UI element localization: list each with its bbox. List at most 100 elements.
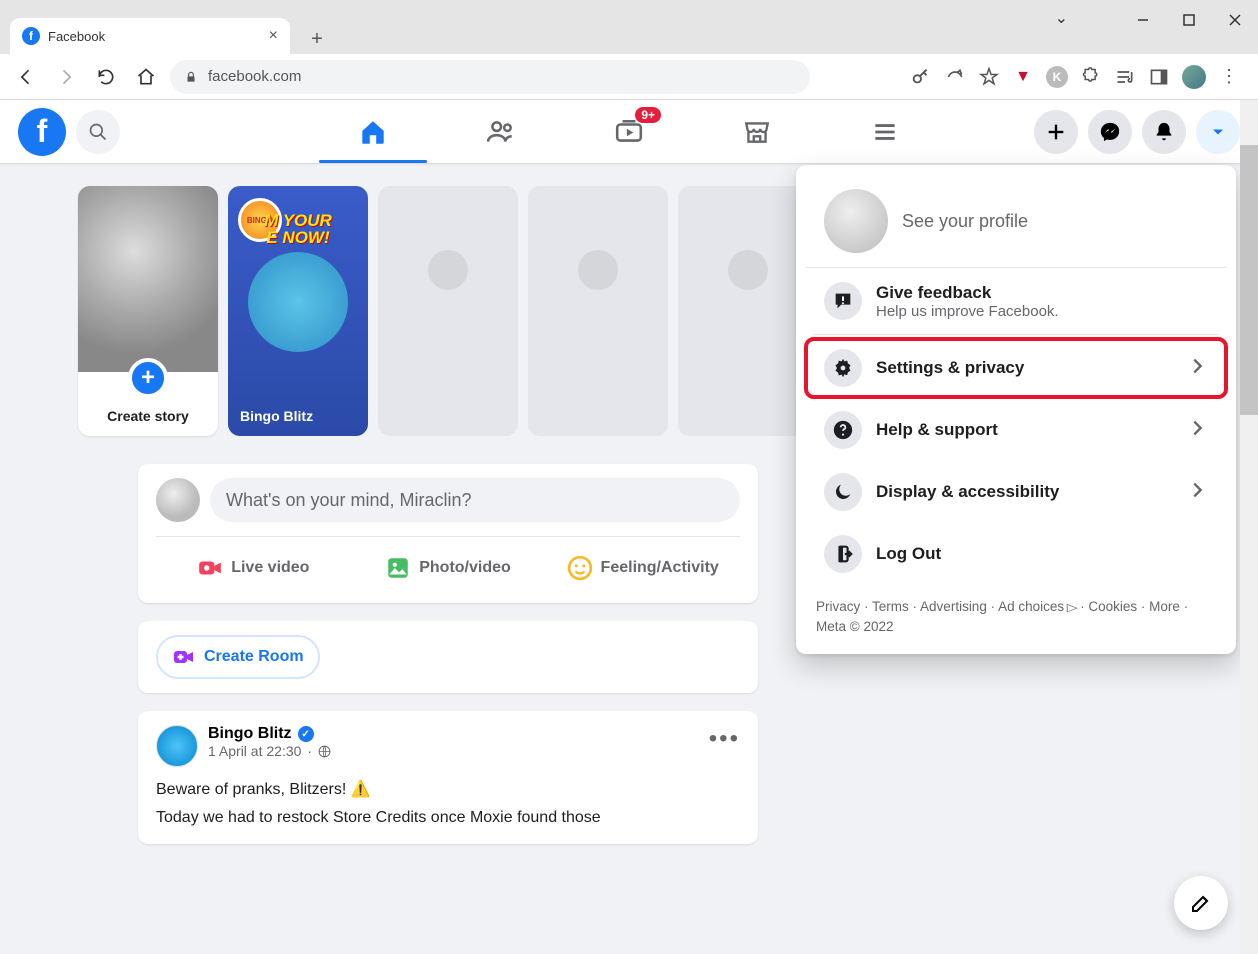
share-icon[interactable] — [944, 66, 966, 88]
composer-feeling-label: Feeling/Activity — [601, 559, 719, 577]
messenger-icon — [1099, 121, 1121, 143]
footer-privacy[interactable]: Privacy — [816, 599, 860, 614]
menu-give-feedback[interactable]: Give feedback Help us improve Facebook. — [806, 272, 1226, 330]
page-scrollbar[interactable] — [1240, 100, 1258, 954]
fb-header-right — [1034, 110, 1240, 154]
home-button[interactable] — [130, 61, 162, 93]
new-message-fab[interactable] — [1174, 876, 1228, 930]
bookmark-star-icon[interactable] — [978, 66, 1000, 88]
address-bar[interactable]: facebook.com — [170, 60, 810, 94]
post-author-name[interactable]: Bingo Blitz ✓ — [208, 725, 331, 743]
window-close-button[interactable] — [1212, 0, 1258, 40]
home-icon — [358, 117, 388, 147]
window-maximize-button[interactable] — [1166, 0, 1212, 40]
fb-search-button[interactable] — [76, 110, 120, 154]
chrome-profile-avatar[interactable] — [1182, 65, 1206, 89]
moon-icon — [824, 473, 862, 511]
post-author-avatar[interactable] — [156, 725, 198, 767]
composer-live-video[interactable]: Live video — [156, 547, 351, 589]
friends-icon — [486, 117, 516, 147]
footer-adchoices[interactable]: Ad choices — [998, 599, 1064, 614]
url-text: facebook.com — [208, 68, 301, 85]
nav-home[interactable] — [313, 101, 433, 163]
marketplace-icon — [742, 117, 772, 147]
chrome-menu-icon[interactable]: ⋮ — [1218, 66, 1240, 88]
composer-photo-video[interactable]: Photo/video — [351, 547, 546, 589]
window-titlebar — [0, 0, 1258, 14]
messenger-button[interactable] — [1088, 110, 1132, 154]
notifications-button[interactable] — [1142, 110, 1186, 154]
account-dropdown-button[interactable] — [1196, 110, 1240, 154]
adchoices-icon: ▷ — [1067, 600, 1078, 617]
post-more-button[interactable]: ••• — [709, 725, 740, 753]
browser-tab-facebook[interactable]: f Facebook × — [10, 18, 290, 54]
edit-icon — [1189, 891, 1213, 915]
nav-menu[interactable] — [825, 101, 945, 163]
side-panel-icon[interactable] — [1148, 66, 1170, 88]
extensions-puzzle-icon[interactable] — [1080, 66, 1102, 88]
back-button[interactable] — [10, 61, 42, 93]
menu-logout[interactable]: Log Out — [806, 525, 1226, 583]
window-minimize-button[interactable] — [1120, 0, 1166, 40]
story-create[interactable]: + Create story — [78, 186, 218, 436]
chevron-right-icon — [1186, 417, 1208, 444]
feeling-icon — [567, 555, 593, 581]
feed-post: Bingo Blitz ✓ 1 April at 22:30 · ••• Bew… — [138, 711, 758, 844]
fb-topnav: 9+ — [313, 101, 945, 163]
menu-logout-label: Log Out — [876, 544, 1208, 564]
plus-icon — [1045, 121, 1067, 143]
nav-marketplace[interactable] — [697, 101, 817, 163]
tab-close-button[interactable]: × — [269, 27, 278, 45]
window-dropdown-icon[interactable]: ⌄ — [1055, 8, 1068, 28]
watch-badge: 9+ — [635, 107, 661, 123]
fb-header: f 9+ — [0, 100, 1258, 164]
live-video-icon — [197, 555, 223, 581]
rooms-card: Create Room — [138, 621, 758, 693]
reload-button[interactable] — [90, 61, 122, 93]
window-controls — [1120, 0, 1258, 40]
story-create-image — [78, 186, 218, 372]
footer-meta: Meta © 2022 — [816, 619, 894, 634]
menu-see-profile[interactable]: See your profile — [806, 175, 1226, 268]
story-bingo-blitz[interactable]: BINGO M YOURE NOW! Bingo Blitz — [228, 186, 368, 436]
nav-watch[interactable]: 9+ — [569, 101, 689, 163]
post-meta: 1 April at 22:30 · — [208, 743, 331, 759]
hamburger-icon — [870, 117, 900, 147]
password-key-icon[interactable] — [910, 66, 932, 88]
post-composer: What's on your mind, Miraclin? Live vide… — [138, 464, 758, 603]
menu-help-label: Help & support — [876, 420, 1172, 440]
room-camera-icon — [172, 645, 196, 669]
menu-display-label: Display & accessibility — [876, 482, 1172, 502]
menu-help-support[interactable]: Help & support — [806, 401, 1226, 459]
footer-more[interactable]: More — [1149, 599, 1180, 614]
create-button[interactable] — [1034, 110, 1078, 154]
fb-logo[interactable]: f — [18, 108, 66, 156]
chevron-right-icon — [1186, 479, 1208, 506]
composer-input[interactable]: What's on your mind, Miraclin? — [210, 478, 740, 522]
composer-feeling[interactable]: Feeling/Activity — [545, 547, 740, 589]
media-playlist-icon[interactable] — [1114, 66, 1136, 88]
story-placeholder-2[interactable] — [528, 186, 668, 436]
footer-cookies[interactable]: Cookies — [1088, 599, 1137, 614]
composer-live-label: Live video — [231, 559, 309, 577]
globe-icon — [318, 745, 331, 758]
account-menu: See your profile Give feedback Help us i… — [796, 165, 1236, 654]
facebook-favicon: f — [22, 27, 40, 45]
nav-friends[interactable] — [441, 101, 561, 163]
menu-profile-avatar — [824, 189, 888, 253]
browser-toolbar: facebook.com ▼ K ⋮ — [0, 54, 1258, 100]
menu-display-accessibility[interactable]: Display & accessibility — [806, 463, 1226, 521]
menu-settings-privacy[interactable]: Settings & privacy — [806, 339, 1226, 397]
extension-k-icon[interactable]: K — [1046, 66, 1068, 88]
scrollbar-thumb[interactable] — [1240, 145, 1258, 415]
story-overlay-text: M YOURE NOW! — [228, 212, 368, 246]
forward-button[interactable] — [50, 61, 82, 93]
mcafee-icon[interactable]: ▼ — [1012, 66, 1034, 88]
new-tab-button[interactable]: + — [302, 24, 332, 54]
create-room-button[interactable]: Create Room — [156, 635, 320, 679]
footer-terms[interactable]: Terms — [872, 599, 909, 614]
footer-advertising[interactable]: Advertising — [920, 599, 987, 614]
story-placeholder-1[interactable] — [378, 186, 518, 436]
composer-avatar[interactable] — [156, 478, 200, 522]
menu-feedback-sub: Help us improve Facebook. — [876, 303, 1208, 320]
